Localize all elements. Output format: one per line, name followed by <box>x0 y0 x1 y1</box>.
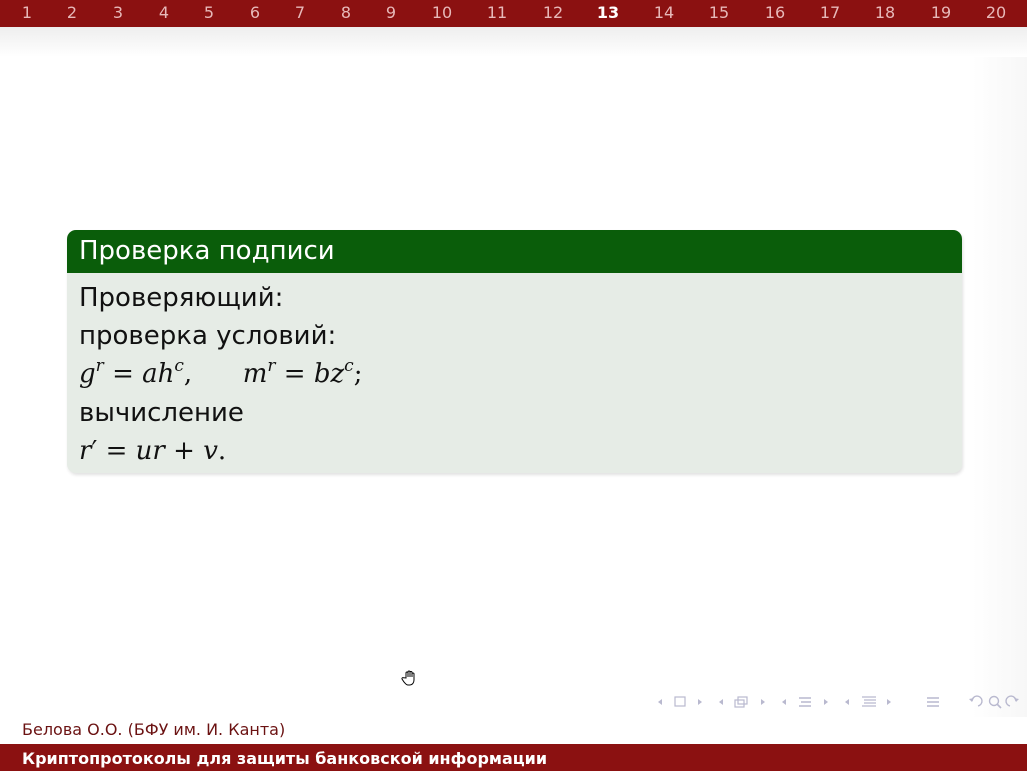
slide-link-18[interactable]: 18 <box>870 0 900 27</box>
eq2-bz: bz <box>313 359 345 389</box>
slide-link-15[interactable]: 15 <box>704 0 734 27</box>
comp-v: v <box>203 436 218 466</box>
slide-number-bar: 1 2 3 4 5 6 7 8 9 10 11 12 13 14 15 16 1… <box>0 0 1027 27</box>
redo-icon[interactable] <box>1005 695 1019 707</box>
block-title: Проверка подписи <box>67 230 962 273</box>
frame-nav[interactable] <box>656 693 706 711</box>
slide-link-9[interactable]: 9 <box>376 0 406 27</box>
hand-cursor-icon <box>401 670 415 686</box>
slide-link-2[interactable]: 2 <box>57 0 87 27</box>
footer-author-bar: Белова О.О. (БФУ им. И. Канта) <box>0 717 1027 744</box>
slide-link-13-current[interactable]: 13 <box>593 0 623 27</box>
header-shadow <box>0 27 1027 57</box>
subsection-nav[interactable] <box>717 693 769 711</box>
frame-nav-icon[interactable] <box>656 693 706 711</box>
document-nav-icon[interactable] <box>925 693 941 711</box>
slide-link-20[interactable]: 20 <box>981 0 1011 27</box>
footer-author: Белова О.О. (БФУ им. И. Канта) <box>22 720 286 739</box>
eq2-equals: = <box>283 359 306 389</box>
slide-link-6[interactable]: 6 <box>240 0 270 27</box>
footer-title: Криптопротоколы для защиты банковской ин… <box>22 749 548 768</box>
slide-link-7[interactable]: 7 <box>285 0 315 27</box>
eq1-g: g <box>79 359 96 389</box>
slide-link-11[interactable]: 11 <box>482 0 512 27</box>
slide-link-14[interactable]: 14 <box>649 0 679 27</box>
computation-equation: r′ = ur + v. <box>79 436 226 466</box>
computation-label: вычисление <box>79 398 244 428</box>
conditions-label: проверка условий: <box>79 321 337 351</box>
eq1-equals: = <box>112 359 134 389</box>
slide-link-8[interactable]: 8 <box>331 0 361 27</box>
verification-equations: gr = ahc, mr = bzc; <box>79 356 363 390</box>
slide-link-12[interactable]: 12 <box>538 0 568 27</box>
verifier-label: Проверяющий: <box>79 283 284 313</box>
footer-title-bar: Криптопротоколы для защиты банковской ин… <box>0 744 1027 771</box>
slide-link-17[interactable]: 17 <box>815 0 845 27</box>
signature-verification-block: Проверка подписи Проверяющий: проверка у… <box>67 230 962 473</box>
search-nav[interactable] <box>966 693 1024 711</box>
search-icon[interactable] <box>988 695 1002 709</box>
r-prime-r: r <box>79 436 92 466</box>
slide-link-4[interactable]: 4 <box>149 0 179 27</box>
slide-link-1[interactable]: 1 <box>12 0 42 27</box>
section-nav[interactable] <box>780 693 832 711</box>
eq2-r-exp: r <box>267 356 276 376</box>
section-nav-icon[interactable] <box>780 693 832 711</box>
comp-dot: . <box>217 436 227 466</box>
subsection-nav-icon[interactable] <box>717 693 769 711</box>
comp-plus: + <box>173 436 195 466</box>
slide-link-10[interactable]: 10 <box>427 0 457 27</box>
r-prime-mark: ′ <box>91 436 98 466</box>
section-nav-2-icon[interactable] <box>843 693 895 711</box>
eq2-c-exp: c <box>344 356 354 376</box>
slide-link-16[interactable]: 16 <box>760 0 790 27</box>
undo-icon[interactable] <box>969 695 983 707</box>
slide-link-5[interactable]: 5 <box>194 0 224 27</box>
eq1-c-exp: c <box>174 356 184 376</box>
right-edge-shade <box>972 57 1027 717</box>
undo-search-redo-icons[interactable] <box>966 693 1024 711</box>
slide-link-19[interactable]: 19 <box>926 0 956 27</box>
section-nav-2[interactable] <box>843 693 895 711</box>
eq1-ah: ah <box>142 359 175 389</box>
document-nav[interactable] <box>925 693 941 711</box>
eq2-m: m <box>242 359 268 389</box>
slide-link-3[interactable]: 3 <box>103 0 133 27</box>
comp-ur: ur <box>135 436 165 466</box>
eq1-comma: , <box>183 359 193 389</box>
eq2-semicolon: ; <box>353 359 363 389</box>
eq1-r-exp: r <box>95 356 104 376</box>
comp-equals: = <box>105 436 128 466</box>
